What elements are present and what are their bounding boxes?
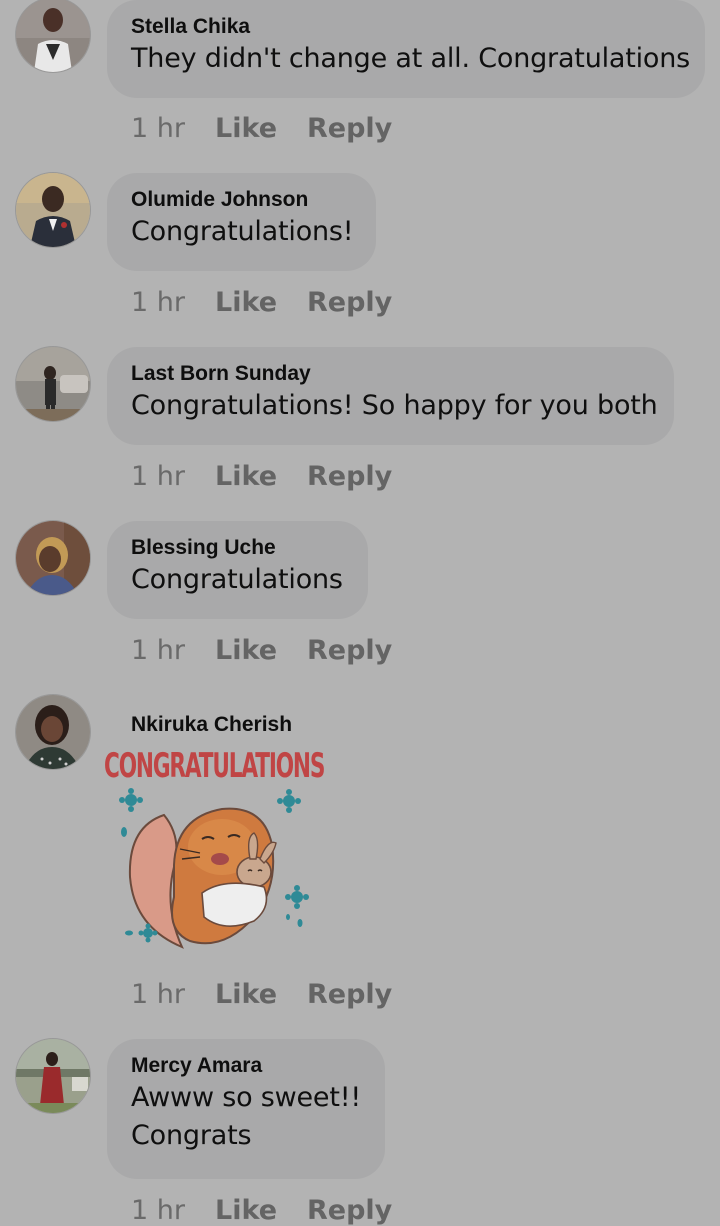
avatar[interactable] xyxy=(16,695,90,769)
comment-text-line: Awww so sweet!! xyxy=(131,1082,361,1113)
bunny-hug-sticker-icon xyxy=(119,788,309,949)
comment-author[interactable]: Stella Chika xyxy=(131,14,681,40)
like-button[interactable]: Like xyxy=(215,113,307,144)
like-button[interactable]: Like xyxy=(215,461,307,492)
avatar-photo xyxy=(16,521,90,595)
avatar-photo xyxy=(16,1039,90,1113)
comment-bubble: Mercy Amara Awww so sweet!! Congrats xyxy=(107,1039,385,1179)
comment-time[interactable]: 1 hr xyxy=(131,1195,215,1226)
reply-button[interactable]: Reply xyxy=(307,979,392,1010)
avatar[interactable] xyxy=(16,0,90,72)
like-button[interactable]: Like xyxy=(215,635,307,666)
avatar-photo xyxy=(16,0,90,72)
like-button[interactable]: Like xyxy=(215,979,307,1010)
comment-bubble: Stella Chika They didn't change at all. … xyxy=(107,0,705,98)
reply-button[interactable]: Reply xyxy=(307,1195,392,1226)
comment-text: Congratulations xyxy=(131,564,343,595)
like-button[interactable]: Like xyxy=(215,287,307,318)
comment-bubble: Blessing Uche Congratulations xyxy=(107,521,368,619)
comment-text: Congratulations! xyxy=(131,216,354,247)
avatar-photo xyxy=(16,347,90,421)
comment-actions: 1 hr Like Reply xyxy=(131,461,392,492)
comment-actions: 1 hr Like Reply xyxy=(131,635,392,666)
comment-time[interactable]: 1 hr xyxy=(131,635,215,666)
like-button[interactable]: Like xyxy=(215,1195,307,1226)
comment-time[interactable]: 1 hr xyxy=(131,979,215,1010)
reply-button[interactable]: Reply xyxy=(307,635,392,666)
reply-button[interactable]: Reply xyxy=(307,287,392,318)
avatar[interactable] xyxy=(16,347,90,421)
comment-actions: 1 hr Like Reply xyxy=(131,979,392,1010)
comment-author[interactable]: Blessing Uche xyxy=(131,535,344,561)
comment-text: They didn't change at all. Congratulatio… xyxy=(131,43,691,74)
comment-author[interactable]: Last Born Sunday xyxy=(131,361,650,387)
congratulations-sticker[interactable]: CONGRATULATIONS xyxy=(104,747,325,957)
comment-bubble: Last Born Sunday Congratulations! So hap… xyxy=(107,347,674,445)
comment-author[interactable]: Mercy Amara xyxy=(131,1053,361,1079)
avatar-photo xyxy=(16,695,90,769)
comment-text-line: Congrats xyxy=(131,1120,252,1151)
comment-actions: 1 hr Like Reply xyxy=(131,1195,392,1226)
avatar[interactable] xyxy=(16,173,90,247)
comment-author[interactable]: Nkiruka Cherish xyxy=(131,713,292,737)
comment-time[interactable]: 1 hr xyxy=(131,461,215,492)
reply-button[interactable]: Reply xyxy=(307,113,392,144)
comment-bubble: Olumide Johnson Congratulations! xyxy=(107,173,376,271)
comment-author[interactable]: Olumide Johnson xyxy=(131,187,352,213)
avatar-photo xyxy=(16,173,90,247)
comment-actions: 1 hr Like Reply xyxy=(131,287,392,318)
comment-time[interactable]: 1 hr xyxy=(131,113,215,144)
comment-time[interactable]: 1 hr xyxy=(131,287,215,318)
comment-text: Congratulations! So happy for you both xyxy=(131,390,658,421)
avatar[interactable] xyxy=(16,521,90,595)
avatar[interactable] xyxy=(16,1039,90,1113)
comment-actions: 1 hr Like Reply xyxy=(131,113,392,144)
reply-button[interactable]: Reply xyxy=(307,461,392,492)
